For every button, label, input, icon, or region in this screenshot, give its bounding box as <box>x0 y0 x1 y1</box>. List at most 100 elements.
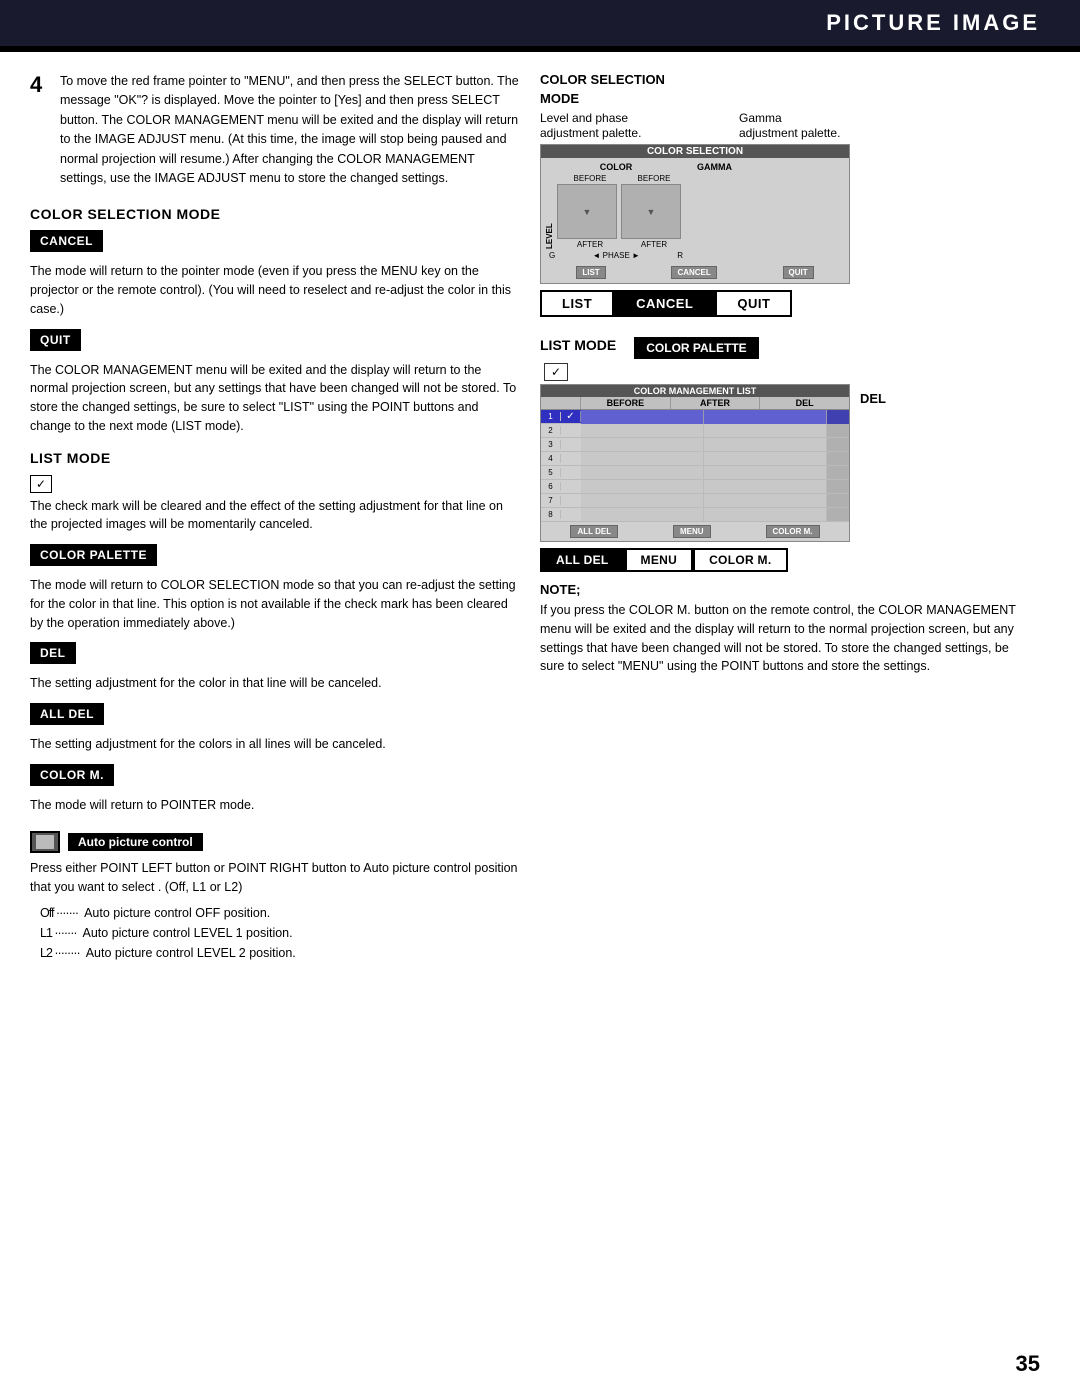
color-selection-mode-heading: COLOR SELECTION MODE <box>30 206 520 222</box>
color-palette-label: COLOR PALETTE <box>30 544 157 566</box>
cml-rows: 1 ✓ 2 <box>541 410 849 522</box>
bullet-l1: L1 ······· Auto picture control LEVEL 1 … <box>40 923 520 943</box>
cs-gamma-before-box: ▼ <box>621 184 681 239</box>
left-column: 4 To move the red frame pointer to "MENU… <box>30 72 520 963</box>
quit-label: QUIT <box>30 329 81 351</box>
cancel-label: CANCEL <box>30 230 103 252</box>
cs-list-btn[interactable]: LIST <box>576 266 605 279</box>
row-num: 1 <box>541 412 561 421</box>
cs-level-label: LEVEL <box>545 174 554 249</box>
cs-buttons-row: LIST CANCEL QUIT <box>541 264 849 283</box>
list-mode-heading: LIST MODE <box>30 450 520 466</box>
right-column: COLOR SELECTION MODE Level and phase adj… <box>540 72 1030 963</box>
color-palette-button[interactable]: COLOR PALETTE <box>634 337 758 359</box>
bullet-dots-l1: L1 ······· <box>40 923 77 943</box>
cml-check-row: ✓ <box>544 363 850 381</box>
cs-r-label: R <box>677 251 683 260</box>
adj-palette-label: adjustment palette. <box>540 126 641 140</box>
cml-ui: COLOR MANAGEMENT LIST BEFORE AFTER DEL 1… <box>540 384 850 542</box>
intro-text: To move the red frame pointer to "MENU",… <box>60 72 520 188</box>
auto-picture-label: Auto picture control <box>68 833 203 851</box>
cml-colorm-btn[interactable]: COLOR M. <box>766 525 820 538</box>
row-after <box>704 480 827 493</box>
quit-box: QUIT <box>30 329 520 355</box>
bullet-text-l2: Auto picture control LEVEL 2 position. <box>86 943 296 963</box>
cml-col-headers: BEFORE AFTER DEL <box>541 397 849 410</box>
row-del <box>827 424 849 437</box>
page-header: PICTURE IMAGE <box>0 0 1080 49</box>
all-del-label: ALL DEL <box>30 703 104 725</box>
color-palette-box: COLOR PALETTE <box>30 544 520 570</box>
right-cs-heading: COLOR SELECTION MODE <box>540 72 1030 106</box>
row-before <box>581 410 704 424</box>
color-palette-text: The mode will return to COLOR SELECTION … <box>30 576 520 632</box>
cs-phase-label: ◄ PHASE ► <box>593 251 640 260</box>
quit-button[interactable]: QUIT <box>715 290 792 317</box>
cs-g-label: G <box>549 251 555 260</box>
cs-heading-line1: COLOR SELECTION <box>540 72 1030 87</box>
auto-picture-text: Press either POINT LEFT button or POINT … <box>30 859 520 898</box>
cs-gamma-col-header: GAMMA <box>697 162 732 172</box>
cs-cancel-btn[interactable]: CANCEL <box>671 266 716 279</box>
cs-before-label-2: BEFORE <box>624 174 684 183</box>
auto-icon-inner <box>36 835 54 849</box>
bullet-text-off: Auto picture control OFF position. <box>84 903 270 923</box>
diagram-area: Level and phase adjustment palette. Gamm… <box>540 110 1030 317</box>
del-text: The setting adjustment for the color in … <box>30 674 520 693</box>
all-del-text: The setting adjustment for the colors in… <box>30 735 520 754</box>
table-row: 4 <box>541 452 849 466</box>
amc-row: ALL DEL MENU COLOR M. <box>540 548 1030 572</box>
table-row: 2 <box>541 424 849 438</box>
cs-color-col-header: COLOR <box>545 162 687 172</box>
row-before <box>581 452 704 465</box>
list-button[interactable]: LIST <box>540 290 614 317</box>
row-del <box>827 410 849 424</box>
color-m-button[interactable]: COLOR M. <box>693 548 787 572</box>
row-check: ✓ <box>561 411 581 422</box>
table-row: 3 <box>541 438 849 452</box>
cml-checkmark-icon: ✓ <box>544 363 568 381</box>
row-before <box>581 494 704 507</box>
color-m-text: The mode will return to POINTER mode. <box>30 796 520 815</box>
row-before <box>581 508 704 521</box>
table-row: 7 <box>541 494 849 508</box>
all-del-button[interactable]: ALL DEL <box>540 548 625 572</box>
cml-after-col: AFTER <box>671 397 761 409</box>
cml-ui-wrapper: ✓ COLOR MANAGEMENT LIST BEFORE AFTER DEL… <box>540 363 850 548</box>
row-before <box>581 438 704 451</box>
step-number: 4 <box>30 72 50 188</box>
row-after <box>704 508 827 521</box>
checkmark-text: The check mark will be cleared and the e… <box>30 497 520 535</box>
menu-button[interactable]: MENU <box>625 548 694 572</box>
table-row: 8 <box>541 508 849 522</box>
row-after <box>704 410 827 424</box>
row-num: 6 <box>541 482 561 491</box>
row-after <box>704 494 827 507</box>
cs-color-before-box: ▼ <box>557 184 617 239</box>
note-heading: NOTE; <box>540 582 1030 597</box>
row-after <box>704 466 827 479</box>
cml-alldel-btn[interactable]: ALL DEL <box>570 525 618 538</box>
page-title: PICTURE IMAGE <box>826 10 1040 35</box>
list-mode-label: LIST MODE <box>540 337 616 353</box>
note-text: If you press the COLOR M. button on the … <box>540 601 1030 676</box>
quit-text: The COLOR MANAGEMENT menu will be exited… <box>30 361 520 436</box>
cml-check-col <box>541 397 581 409</box>
lcq-row: LIST CANCEL QUIT <box>540 290 1030 317</box>
level-phase-label: Level and phase <box>540 111 628 125</box>
cs-body: COLOR LEVEL BEFORE BEFORE <box>541 158 849 264</box>
checkmark-icon: ✓ <box>30 475 52 493</box>
cancel-button[interactable]: CANCEL <box>614 290 715 317</box>
page-number: 35 <box>1016 1351 1040 1377</box>
auto-picture-icon <box>30 831 60 853</box>
cs-quit-btn[interactable]: QUIT <box>783 266 814 279</box>
bullet-dots-l2: L2 ········ <box>40 943 80 963</box>
cancel-box: CANCEL <box>30 230 520 256</box>
row-del <box>827 494 849 507</box>
cml-before-col: BEFORE <box>581 397 671 409</box>
cml-menu-btn[interactable]: MENU <box>673 525 711 538</box>
cml-section: ✓ COLOR MANAGEMENT LIST BEFORE AFTER DEL… <box>540 363 1030 548</box>
del-label: DEL <box>30 642 76 664</box>
color-m-label: COLOR M. <box>30 764 114 786</box>
row-del <box>827 438 849 451</box>
